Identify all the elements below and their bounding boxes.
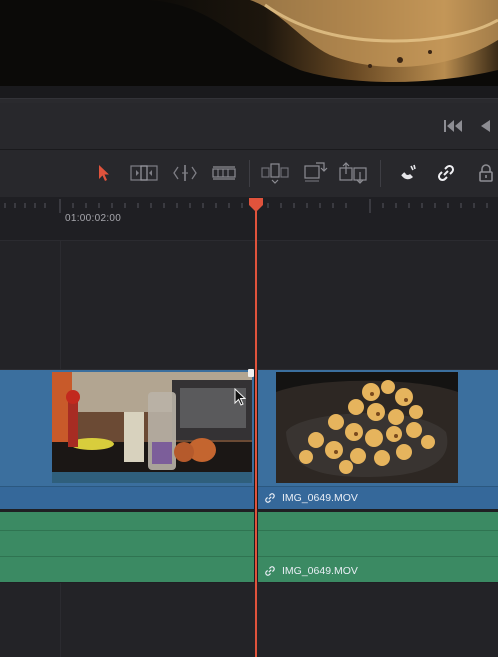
selection-mode-button[interactable]	[89, 158, 119, 188]
clip-b-label: IMG_0649.MOV	[264, 490, 358, 506]
empty-video-track[interactable]	[0, 241, 498, 370]
play-reverse-icon	[481, 120, 490, 132]
position-lock-button[interactable]	[471, 158, 498, 188]
audio-channel-line	[0, 556, 254, 557]
selection-mode-icon	[99, 165, 109, 181]
play-reverse-button[interactable]	[474, 103, 496, 149]
insert-clip-icon	[261, 163, 289, 184]
blade-edit-mode-icon	[212, 166, 236, 180]
trim-edit-mode-icon	[130, 165, 158, 181]
kitchen-thumbnail-image	[52, 372, 252, 483]
jump-to-start-button[interactable]	[440, 103, 468, 149]
replace-clip-icon	[339, 162, 367, 184]
transport-bar	[0, 103, 498, 150]
linked-selection-icon	[437, 164, 455, 182]
insert-clip-button[interactable]	[260, 158, 290, 188]
dynamic-trim-mode-icon	[173, 165, 197, 181]
overwrite-clip-icon	[304, 162, 328, 182]
edit-toolbar	[0, 150, 498, 198]
ruler-timecode: 01:00:02:00	[65, 213, 122, 224]
audio-channel-line	[258, 530, 498, 531]
audio-clip-a[interactable]	[0, 512, 254, 582]
overwrite-clip-button[interactable]	[300, 158, 330, 188]
grid-line	[60, 583, 61, 657]
toolbar-divider	[249, 160, 250, 187]
playhead-handle-icon[interactable]	[249, 198, 263, 212]
audio-channel-line	[0, 530, 254, 531]
link-icon	[265, 566, 275, 576]
clip-a-thumbnail	[52, 372, 252, 483]
snapping-icon	[401, 164, 416, 180]
audio-clip-b-label: IMG_0649.MOV	[264, 563, 358, 579]
blade-edit-mode-button[interactable]	[209, 158, 239, 188]
linked-selection-button[interactable]	[431, 158, 461, 188]
edit-point-marker[interactable]	[248, 369, 254, 377]
jump-to-start-icon	[444, 120, 462, 132]
position-lock-icon	[479, 164, 493, 182]
food-dish-thumbnail-image	[276, 372, 458, 483]
clip-b-thumbnail	[276, 372, 458, 483]
dynamic-trim-mode-button[interactable]	[170, 158, 200, 188]
toolbar-divider	[380, 160, 381, 187]
clip-b-name: IMG_0649.MOV	[282, 492, 358, 504]
trim-edit-mode-button[interactable]	[129, 158, 159, 188]
snapping-button[interactable]	[393, 158, 423, 188]
viewer-frame	[0, 0, 498, 86]
audio-clip-b-name: IMG_0649.MOV	[282, 565, 358, 577]
mouse-cursor-icon	[234, 388, 247, 406]
clip-a-label-bar	[0, 486, 254, 509]
viewer-spacer	[0, 86, 498, 98]
playhead-line[interactable]	[255, 205, 257, 657]
audio-channel-line	[258, 556, 498, 557]
viewer-image	[0, 0, 498, 86]
link-icon	[265, 493, 275, 503]
empty-audio-track[interactable]	[0, 583, 498, 657]
replace-clip-button[interactable]	[338, 158, 368, 188]
grid-line	[60, 241, 61, 369]
